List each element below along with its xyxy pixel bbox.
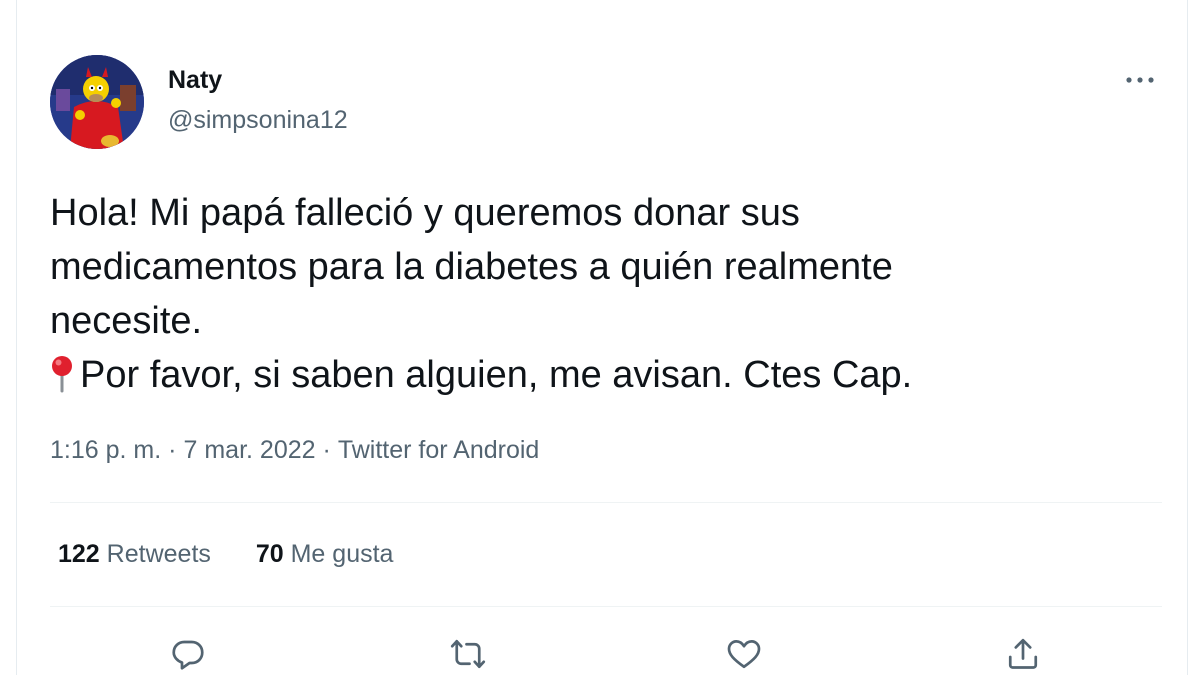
more-options-button[interactable] <box>1118 66 1162 94</box>
tweet-meta: 1:16 p. m. · 7 mar. 2022 · Twitter for Andro… <box>50 434 539 466</box>
tweet-text-line: Hola! Mi papá falleció y queremos donar … <box>50 192 800 234</box>
tweet-time[interactable]: 1:16 p. m. <box>50 436 161 464</box>
reply-icon <box>172 640 204 670</box>
tweet-text-line: medicamentos para la diabetes a quién re… <box>50 246 893 288</box>
retweets-label: Retweets <box>106 540 211 568</box>
more-options-icon <box>1126 77 1154 83</box>
like-button[interactable] <box>724 634 764 674</box>
meta-separator: · <box>322 436 331 464</box>
meta-separator: · <box>168 436 177 464</box>
divider <box>50 606 1162 607</box>
divider <box>50 502 1162 503</box>
likes-label: Me gusta <box>290 540 394 568</box>
tweet-text-line: necesite. <box>50 300 203 342</box>
likes-count: 70 <box>255 540 284 568</box>
retweet-icon <box>450 639 486 669</box>
retweet-button[interactable] <box>448 634 488 674</box>
author-handle[interactable]: @simpsonina12 <box>168 104 348 136</box>
user-avatar[interactable] <box>50 55 144 149</box>
round-pushpin-emoji-icon <box>50 354 74 408</box>
tweet-source[interactable]: Twitter for Android <box>338 436 539 464</box>
likes-stat[interactable]: 70 Me gusta <box>256 538 394 570</box>
tweet-date[interactable]: 7 mar. 2022 <box>184 436 316 464</box>
share-button[interactable] <box>1003 634 1043 674</box>
like-icon <box>727 640 761 669</box>
share-icon <box>1008 638 1038 669</box>
tweet-text-line: Por favor, si saben alguien, me avisan. … <box>80 354 913 396</box>
author-display-name[interactable]: Naty <box>168 64 222 96</box>
reply-button[interactable] <box>168 634 208 674</box>
homer-devil-avatar-icon <box>50 55 144 149</box>
tweet-text: Hola! Mi papá falleció y queremos donar … <box>50 186 1140 408</box>
tweet-text-line-with-pin: Por favor, si saben alguien, me avisan. … <box>50 348 1140 408</box>
tweet-actions-bar <box>0 630 1200 675</box>
retweets-count: 122 <box>58 540 100 568</box>
tweet-stats: 122 Retweets 70 Me gusta <box>58 538 431 570</box>
retweets-stat[interactable]: 122 Retweets <box>58 538 211 570</box>
